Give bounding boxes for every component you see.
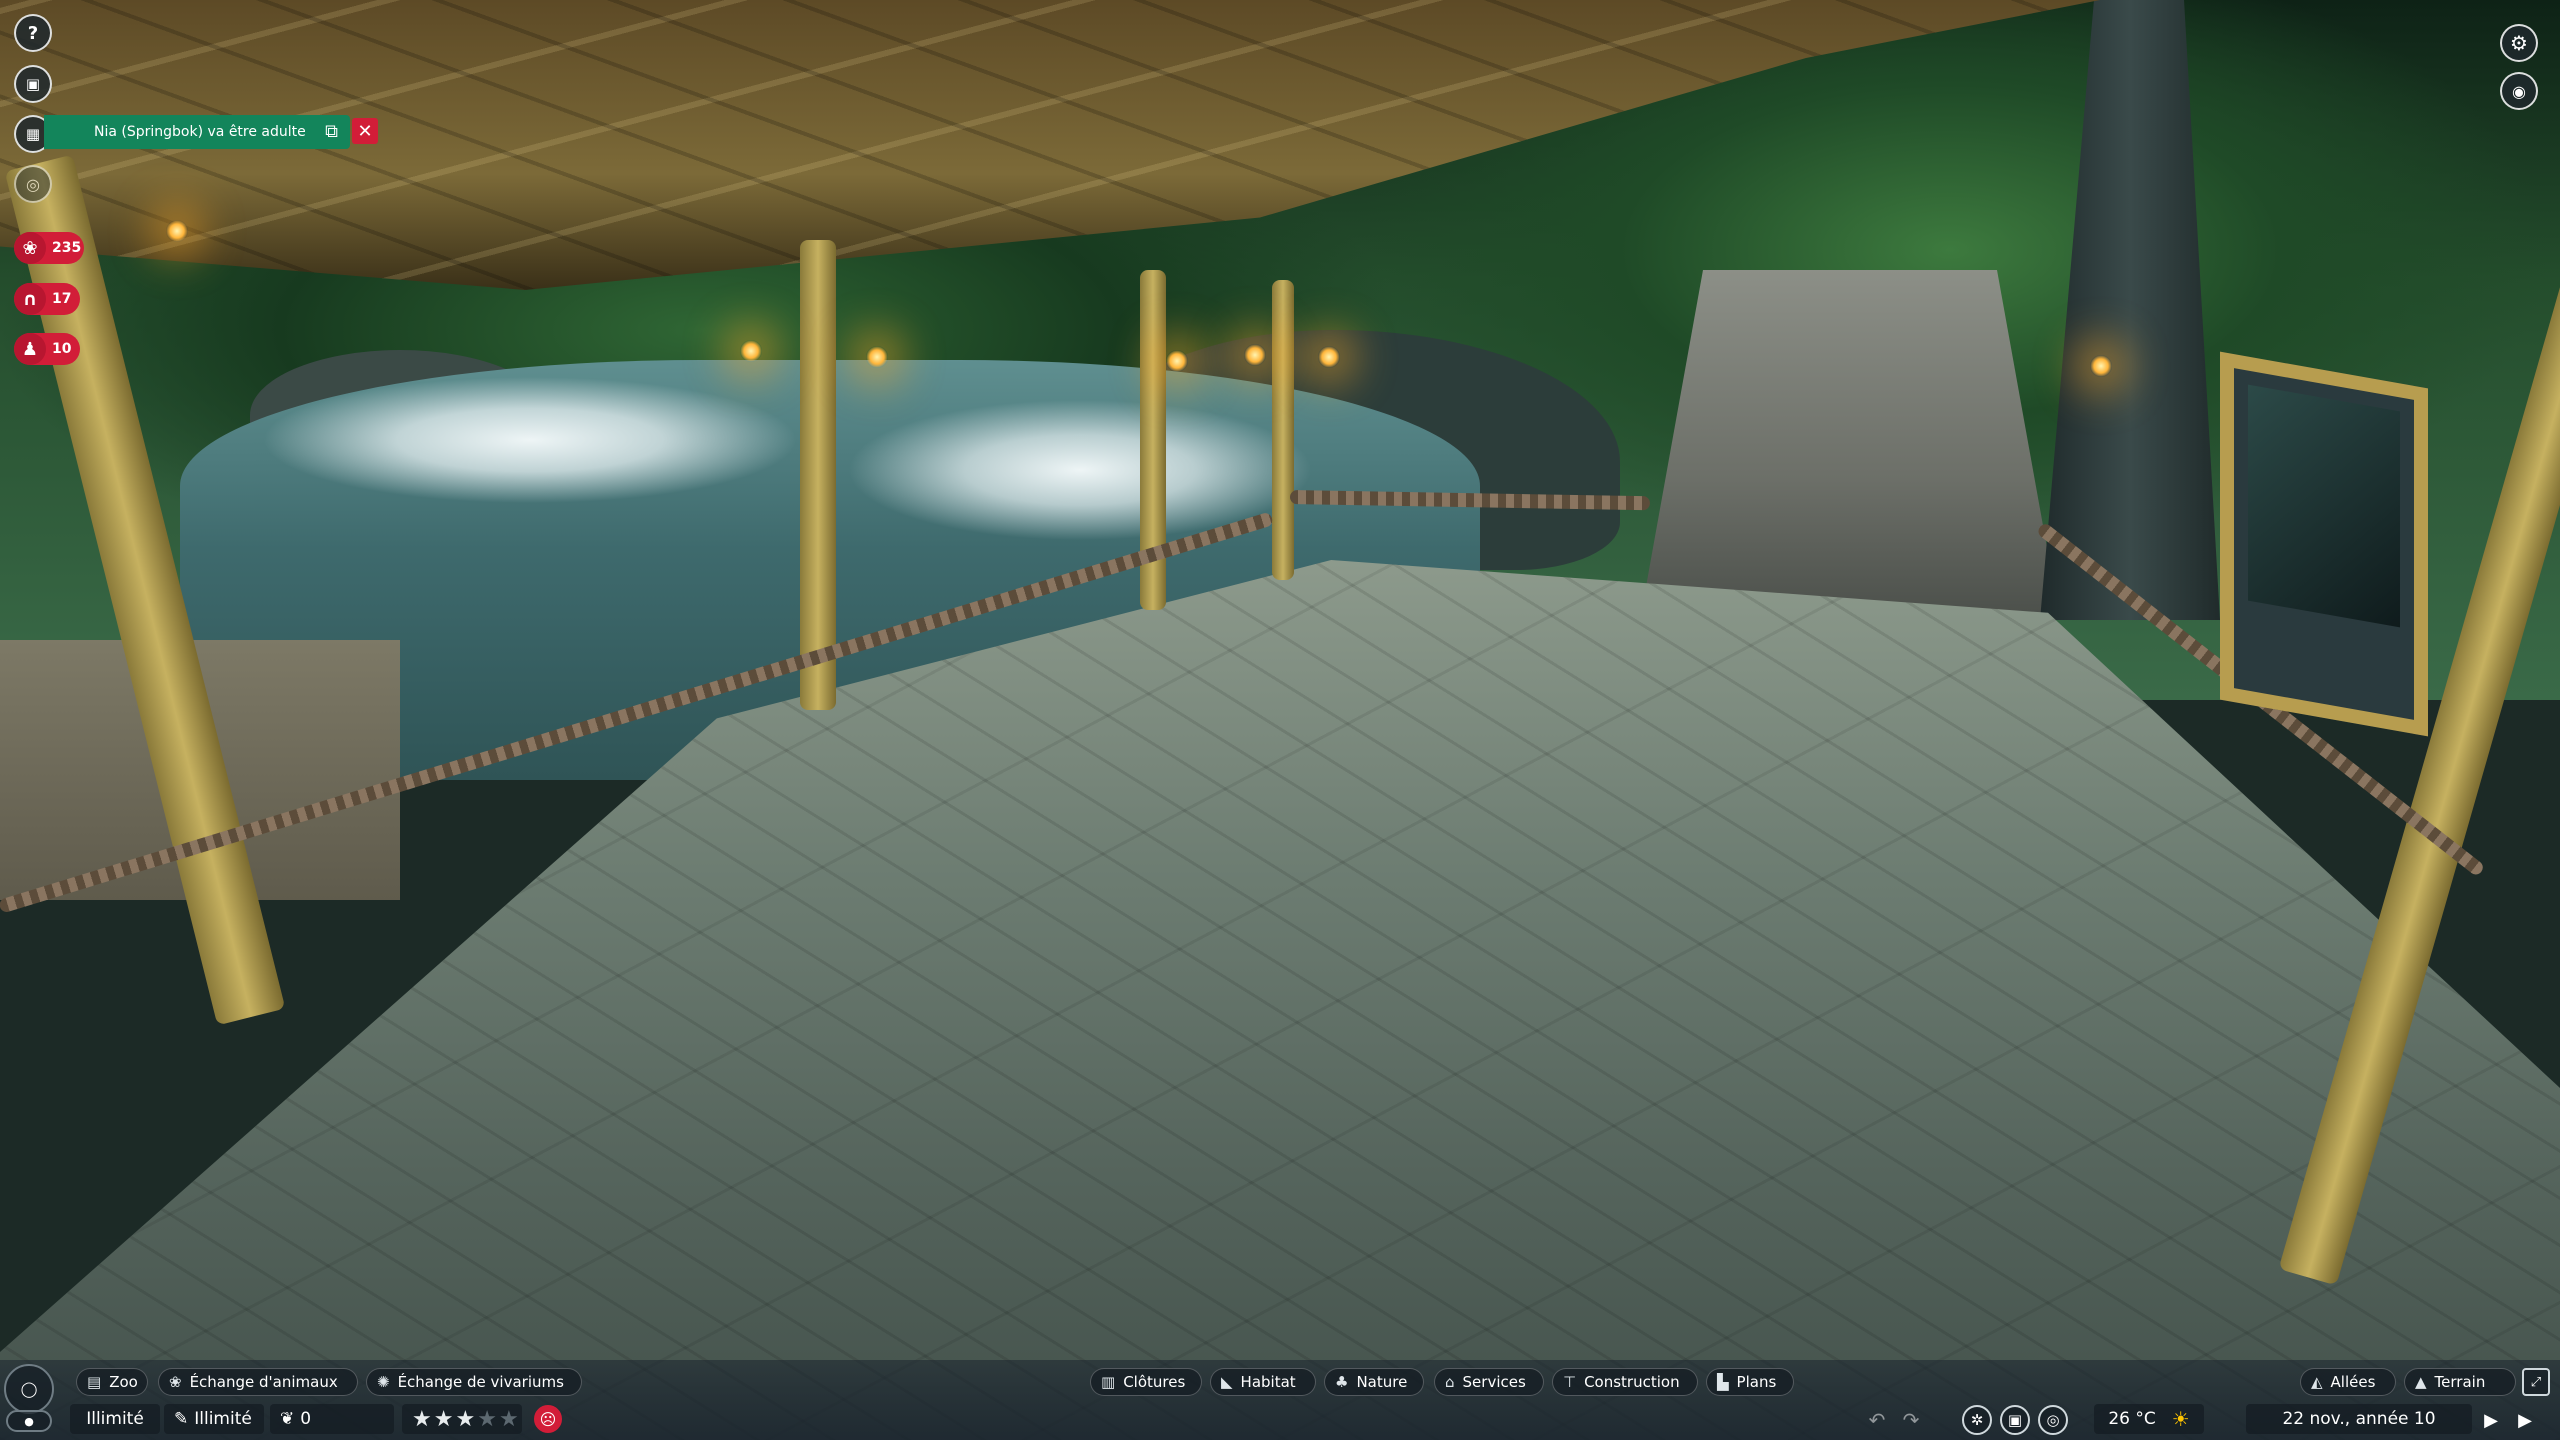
torch-flame (166, 220, 188, 242)
star-filled-icon: ★ (433, 1406, 456, 1432)
star-filled-icon: ★ (412, 1406, 434, 1432)
staff-count: 17 (52, 291, 72, 307)
headset-icon: ∩ (14, 283, 46, 315)
animals-counter[interactable]: ❀ 235 (14, 232, 84, 264)
animals-count: 235 (52, 240, 82, 256)
research-display[interactable]: ✎ Illimité (164, 1404, 264, 1434)
tab-habitat[interactable]: ◣ Habitat (1210, 1368, 1316, 1396)
torch-flame (1166, 350, 1188, 372)
tab-vivarium-trading[interactable]: ✺ Échange de vivariums (366, 1368, 582, 1396)
photo-mode-icon[interactable]: ◎ (2038, 1405, 2068, 1435)
torch-flame (2090, 355, 2112, 377)
tab-paths[interactable]: ◭ Allées (2300, 1368, 2396, 1396)
game-viewport[interactable] (0, 0, 2560, 1440)
wooden-bridge (1640, 270, 2060, 620)
temperature-text: 26 °C (2108, 1409, 2156, 1429)
notification-close-button[interactable]: ✕ (352, 118, 378, 144)
education-board[interactable] (2220, 351, 2428, 737)
blueprint-icon: ▙ (1717, 1373, 1729, 1391)
redo-icon[interactable]: ↷ (1896, 1405, 1926, 1435)
paw-icon: ❀ (14, 232, 46, 264)
vivarium-icon: ✺ (377, 1373, 390, 1391)
star-empty-icon: ★ (498, 1406, 521, 1432)
external-link-icon[interactable]: ⧉ (325, 121, 338, 142)
camera-mode-icon[interactable]: ◉ (2500, 72, 2538, 110)
zoo-rating[interactable]: ★★★★★ (402, 1404, 522, 1434)
build-icon: ⊤ (1563, 1373, 1577, 1391)
zoo-menu-icon[interactable]: ◯ (4, 1364, 54, 1414)
visibility-icon[interactable]: ◎ (14, 165, 52, 203)
torch-flame (740, 340, 762, 362)
habitat-icon: ◣ (1221, 1373, 1233, 1391)
conservation-display[interactable]: ❦ 0 (270, 1404, 394, 1434)
undo-icon[interactable]: ↶ (1862, 1405, 1892, 1435)
bamboo-pole (1272, 280, 1294, 580)
guests-count: 10 (52, 341, 72, 357)
expand-icon[interactable]: ⤢ (2522, 1368, 2550, 1396)
torch-flame (866, 346, 888, 368)
star-empty-icon: ★ (477, 1406, 499, 1432)
star-filled-icon: ★ (455, 1406, 478, 1432)
tab-fences[interactable]: ▥ Clôtures (1090, 1368, 1202, 1396)
terrain-icon: ▲ (2415, 1373, 2427, 1391)
torch-flame (1318, 346, 1340, 368)
rating-stars: ★★★★★ (412, 1407, 521, 1432)
path-icon: ◭ (2311, 1373, 2323, 1391)
notification-text: Nia (Springbok) va être adulte (94, 124, 306, 140)
tree-icon: ♣ (1335, 1373, 1349, 1391)
paw-icon: ❀ (169, 1373, 182, 1391)
tab-construction[interactable]: ⊤ Construction (1552, 1368, 1698, 1396)
date-display[interactable]: 22 nov., année 10 (2246, 1404, 2472, 1434)
play-speed-icon[interactable]: ▶ (2476, 1405, 2506, 1435)
torch-flame (1244, 344, 1266, 366)
help-icon[interactable]: ? (14, 14, 52, 52)
tab-animal-trading[interactable]: ❀ Échange d'animaux (158, 1368, 358, 1396)
settings-gear-icon[interactable]: ⚙ (2500, 24, 2538, 62)
tab-nature[interactable]: ♣ Nature (1324, 1368, 1424, 1396)
heatmap-icon[interactable]: ✲ (1962, 1405, 1992, 1435)
guests-counter[interactable]: ♟ 10 (14, 333, 80, 365)
pen-icon: ✎ (174, 1409, 189, 1429)
tab-services[interactable]: ⌂ Services (1434, 1368, 1544, 1396)
tab-zoo[interactable]: ▤ Zoo (76, 1368, 148, 1396)
tab-blueprints[interactable]: ▙ Plans (1706, 1368, 1794, 1396)
bamboo-pole (800, 240, 836, 710)
notification-banner[interactable]: Nia (Springbok) va être adulte ⧉ (44, 115, 350, 149)
guest-icon: ♟ (14, 333, 46, 365)
tab-terrain[interactable]: ▲ Terrain (2404, 1368, 2516, 1396)
fast-forward-icon[interactable]: ▶ (2510, 1405, 2540, 1435)
zoopedia-icon[interactable]: ▣ (14, 65, 52, 103)
fence-icon: ▥ (1101, 1373, 1116, 1391)
shop-icon: ⌂ (1445, 1373, 1455, 1391)
conservation-icon: ❦ (280, 1409, 295, 1429)
weather-display[interactable]: 26 °C ☀ (2094, 1404, 2204, 1434)
staff-counter[interactable]: ∩ 17 (14, 283, 80, 315)
zoo-icon: ▤ (87, 1373, 102, 1391)
camera-icon[interactable]: ▣ (2000, 1405, 2030, 1435)
education-board-screen (2248, 384, 2400, 628)
sun-icon: ☀ (2171, 1407, 2190, 1431)
toggle-icon[interactable]: ● (6, 1410, 52, 1432)
guest-mood-icon[interactable]: ☹ (534, 1405, 562, 1433)
money-display[interactable]: Illimité (70, 1404, 160, 1434)
